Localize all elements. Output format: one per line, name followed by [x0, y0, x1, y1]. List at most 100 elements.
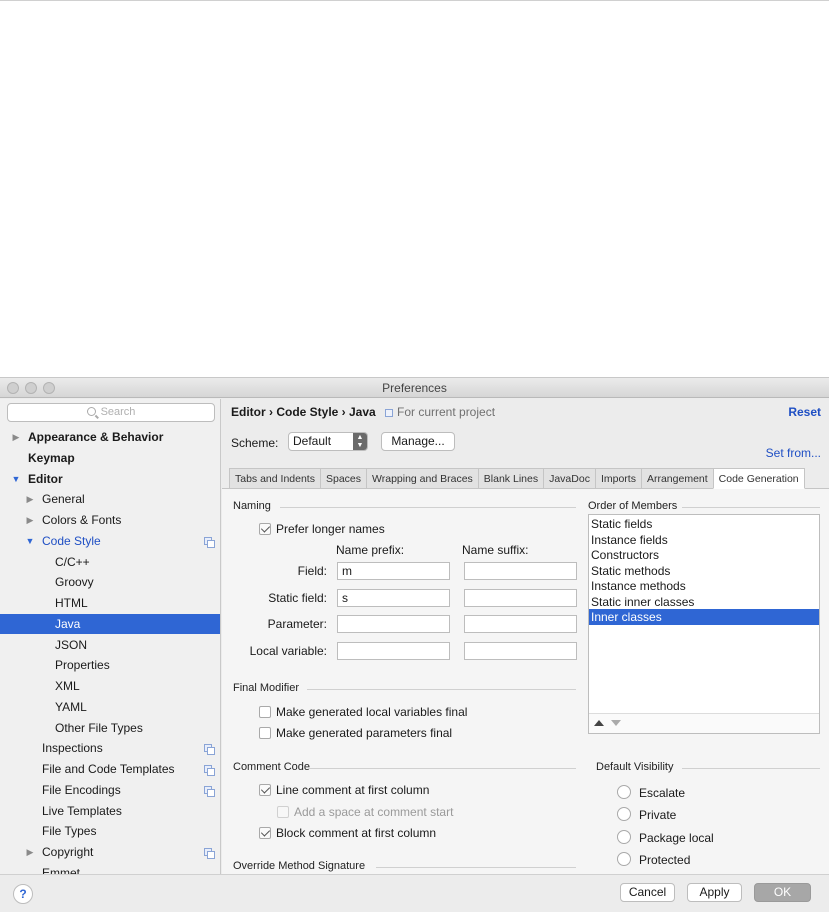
- tab-arrangement[interactable]: Arrangement: [640, 468, 713, 489]
- sidebar-item-label: File Types: [42, 824, 97, 839]
- sidebar-item-properties[interactable]: Properties: [0, 655, 220, 675]
- tab-javadoc[interactable]: JavaDoc: [543, 468, 595, 489]
- comment-code-divider: [308, 768, 576, 769]
- sidebar-item-live-templates[interactable]: Live Templates: [0, 801, 220, 821]
- tab-wrapping-and-braces[interactable]: Wrapping and Braces: [366, 468, 478, 489]
- naming-row-label: Local variable:: [249, 643, 327, 658]
- sidebar-item-copyright[interactable]: ▶ Copyright: [0, 842, 220, 862]
- final-local-vars-checkbox[interactable]: [259, 706, 271, 718]
- tab-code-generation[interactable]: Code Generation: [712, 468, 805, 489]
- naming-row-label: Static field:: [268, 590, 327, 605]
- project-icon: [385, 409, 393, 417]
- order-of-members-title: Order of Members: [588, 500, 678, 512]
- visibility-radio-escalate[interactable]: [617, 785, 631, 799]
- sidebar-item-other-file-types[interactable]: Other File Types: [0, 718, 220, 738]
- sidebar-item-html[interactable]: HTML: [0, 593, 220, 613]
- visibility-radio-private[interactable]: [617, 807, 631, 822]
- name-prefix-header: Name prefix:: [336, 543, 405, 557]
- reset-link[interactable]: Reset: [788, 405, 821, 419]
- name-prefix-input[interactable]: [337, 641, 450, 660]
- sidebar-item-file-types[interactable]: File Types: [0, 821, 220, 841]
- sidebar-item-xml[interactable]: XML: [0, 676, 220, 696]
- visibility-radio-protected[interactable]: [617, 851, 631, 866]
- default-visibility-title: Default Visibility: [596, 761, 674, 773]
- visibility-radio-package-local[interactable]: [617, 829, 631, 844]
- chevron-down-icon[interactable]: ▼: [11, 469, 21, 489]
- name-suffix-input[interactable]: [464, 588, 577, 607]
- sidebar-item-emmet[interactable]: Emmet: [0, 863, 220, 874]
- chevron-right-icon[interactable]: ▶: [25, 489, 35, 509]
- sidebar-item-appearance-behavior[interactable]: ▶ Appearance & Behavior: [0, 427, 220, 447]
- scheme-select[interactable]: Default ▲ ▼: [288, 432, 368, 451]
- breadcrumb: Editor › Code Style › Java: [231, 405, 376, 419]
- sidebar-item-yaml[interactable]: YAML: [0, 697, 220, 717]
- sidebar-item-label: JSON: [55, 637, 88, 652]
- member-list-item[interactable]: Instance methods: [589, 578, 819, 594]
- scheme-label: Scheme:: [231, 436, 279, 450]
- member-list-item[interactable]: Constructors: [589, 547, 819, 563]
- block-comment-checkbox[interactable]: [259, 827, 271, 839]
- member-list-item[interactable]: Static fields: [589, 516, 819, 532]
- line-comment-label: Line comment at first column: [276, 783, 430, 797]
- manage-button[interactable]: Manage...: [381, 432, 455, 451]
- order-of-members-list[interactable]: Static fields Instance fields Constructors…: [588, 514, 820, 734]
- chevron-right-icon[interactable]: ▶: [11, 427, 21, 447]
- sidebar-item-label: Copyright: [42, 845, 94, 859]
- ok-button[interactable]: OK: [754, 883, 811, 902]
- sidebar-item-label: Java: [55, 616, 81, 631]
- set-from-link[interactable]: Set from...: [766, 446, 821, 460]
- sidebar-item-label: Colors & Fonts: [42, 513, 122, 527]
- sidebar-item-editor[interactable]: ▼ Editor: [0, 469, 220, 489]
- name-suffix-input[interactable]: [464, 562, 577, 580]
- sidebar-item-c-c[interactable]: C/C++: [0, 552, 220, 572]
- move-down-icon[interactable]: [611, 720, 621, 726]
- main-panel: Editor › Code Style › Java For current p…: [222, 399, 829, 874]
- name-suffix-input[interactable]: [464, 615, 577, 633]
- member-list-item[interactable]: Static inner classes: [589, 594, 819, 610]
- visibility-divider: [682, 768, 820, 769]
- updown-arrows-icon: ▲ ▼: [353, 433, 367, 450]
- project-scope-icon: [204, 848, 215, 859]
- list-toolbar: [589, 713, 819, 733]
- tab-tabs-and-indents[interactable]: Tabs and Indents: [229, 468, 320, 489]
- sidebar-item-file-encodings[interactable]: File Encodings: [0, 780, 220, 800]
- sidebar-item-general[interactable]: ▶ General: [0, 489, 220, 509]
- add-space-checkbox[interactable]: [277, 806, 289, 818]
- name-suffix-input[interactable]: [464, 641, 577, 660]
- help-button[interactable]: ?: [13, 884, 33, 904]
- chevron-down-icon[interactable]: ▼: [25, 531, 35, 551]
- member-list-item[interactable]: Instance fields: [589, 532, 819, 548]
- apply-button[interactable]: Apply: [687, 883, 742, 902]
- naming-row-label: Field:: [297, 564, 327, 578]
- prefer-longer-names-checkbox[interactable]: [259, 523, 271, 535]
- sidebar-item-json[interactable]: JSON: [0, 635, 220, 655]
- visibility-option-label: Package local: [639, 830, 714, 845]
- name-prefix-input[interactable]: s: [337, 588, 450, 607]
- search-input[interactable]: Search: [7, 403, 215, 422]
- chevron-right-icon[interactable]: ▶: [25, 842, 35, 862]
- name-prefix-input[interactable]: [337, 615, 450, 633]
- sidebar-item-java[interactable]: Java: [0, 613, 220, 634]
- scheme-value: Default: [293, 434, 332, 448]
- sidebar-item-label: Groovy: [55, 575, 94, 590]
- member-list-item[interactable]: Static methods: [589, 563, 819, 579]
- sidebar-item-inspections[interactable]: Inspections: [0, 738, 220, 758]
- final-params-label: Make generated parameters final: [276, 726, 453, 740]
- cancel-button[interactable]: Cancel: [620, 883, 675, 902]
- move-up-icon[interactable]: [594, 720, 604, 726]
- line-comment-checkbox[interactable]: [259, 784, 271, 796]
- member-list-item[interactable]: Inner classes: [589, 609, 819, 625]
- sidebar-item-code-style[interactable]: ▼ Code Style: [0, 531, 220, 551]
- tab-imports[interactable]: Imports: [594, 468, 641, 489]
- chevron-right-icon[interactable]: ▶: [25, 510, 35, 530]
- sidebar-item-colors-fonts[interactable]: ▶ Colors & Fonts: [0, 510, 220, 530]
- sidebar-item-groovy[interactable]: Groovy: [0, 572, 220, 592]
- sidebar-item-label: Properties: [55, 658, 110, 673]
- window-title: Preferences: [382, 381, 447, 395]
- final-params-checkbox[interactable]: [259, 727, 271, 739]
- sidebar-item-keymap[interactable]: Keymap: [0, 448, 220, 468]
- sidebar-item-file-and-code-templates[interactable]: File and Code Templates: [0, 759, 220, 779]
- name-prefix-input[interactable]: m: [337, 562, 450, 580]
- tab-blank-lines[interactable]: Blank Lines: [477, 468, 544, 489]
- tab-spaces[interactable]: Spaces: [319, 468, 367, 489]
